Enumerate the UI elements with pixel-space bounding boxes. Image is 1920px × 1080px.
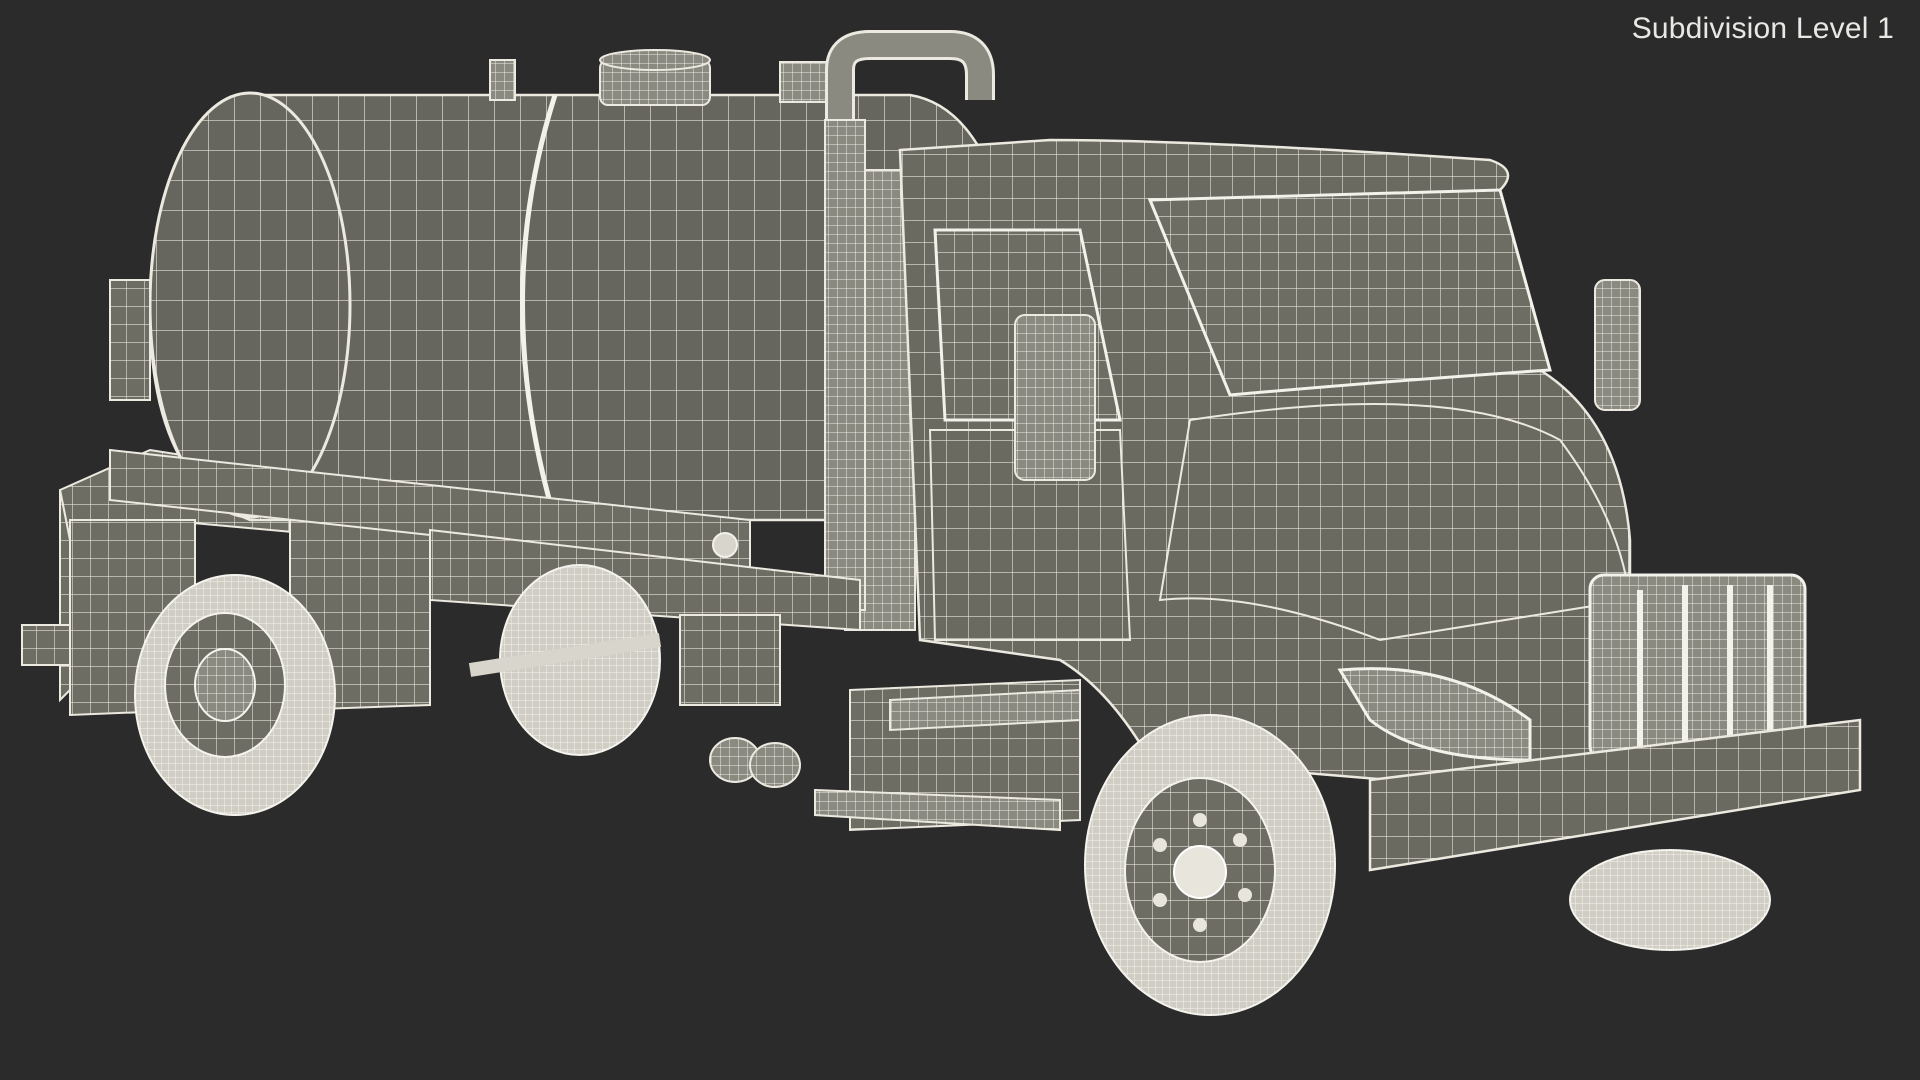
- 3d-viewport[interactable]: Subdivision Level 1: [0, 0, 1920, 1080]
- subdivision-level-label: Subdivision Level 1: [1631, 12, 1894, 45]
- truck-wireframe-render: [21, 30, 1862, 1016]
